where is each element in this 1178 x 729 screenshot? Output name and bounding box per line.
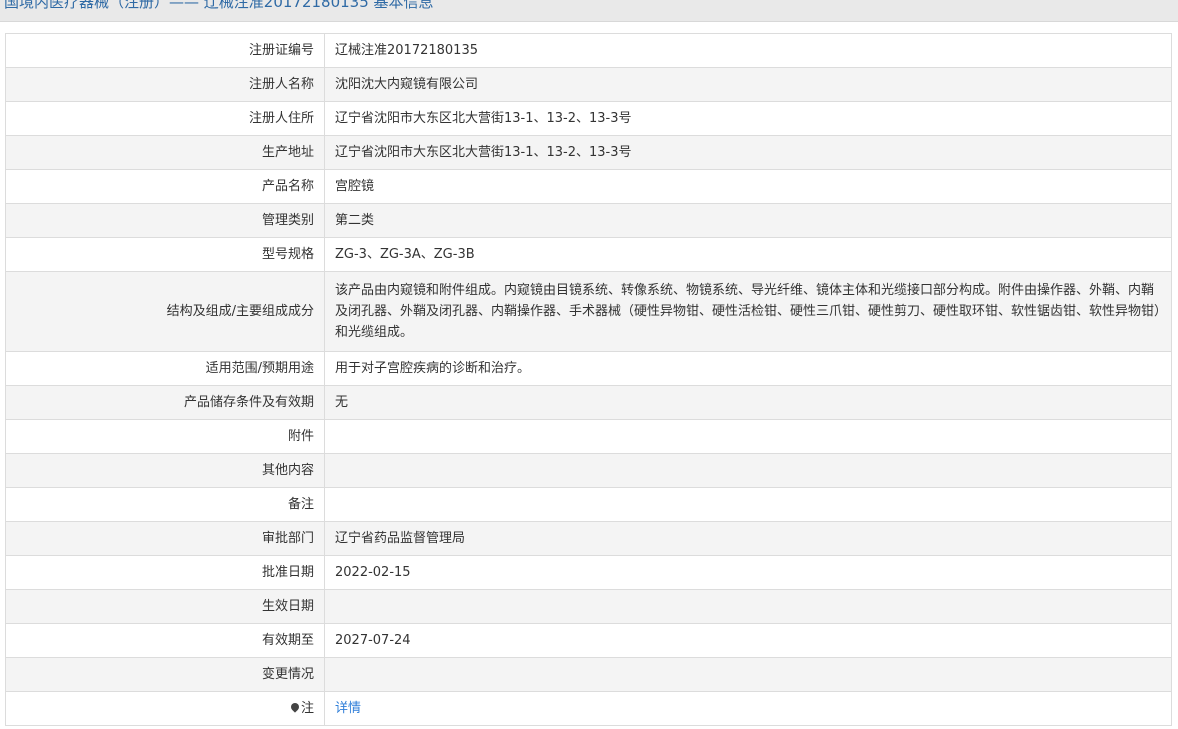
field-value [324, 487, 1172, 522]
field-label: 审批部门 [5, 521, 325, 556]
field-value: 该产品由内窥镜和附件组成。内窥镜由目镜系统、转像系统、物镜系统、导光纤维、镜体主… [324, 271, 1172, 352]
table-row-other-content: 其他内容 [5, 453, 1172, 488]
field-value: 2027-07-24 [324, 623, 1172, 658]
page-title: 国境内医疗器械（注册）—— 辽械注准20172180135 基本信息 [4, 0, 434, 11]
field-label: 生产地址 [5, 135, 325, 170]
field-value: 辽宁省药品监督管理局 [324, 521, 1172, 556]
table-row-approval-date: 批准日期 2022-02-15 [5, 555, 1172, 590]
field-label: 备注 [5, 487, 325, 522]
field-label: 附件 [5, 419, 325, 454]
field-value: ZG-3、ZG-3A、ZG-3B [324, 237, 1172, 272]
field-value: 宫腔镜 [324, 169, 1172, 204]
field-value: 辽宁省沈阳市大东区北大营街13-1、13-2、13-3号 [324, 101, 1172, 136]
table-row-registrant-name: 注册人名称 沈阳沈大内窥镜有限公司 [5, 67, 1172, 102]
field-value [324, 453, 1172, 488]
table-row-management-category: 管理类别 第二类 [5, 203, 1172, 238]
field-value [324, 589, 1172, 624]
field-value [324, 657, 1172, 692]
field-label: 产品名称 [5, 169, 325, 204]
field-value: 详情 [324, 691, 1172, 726]
field-label: 型号规格 [5, 237, 325, 272]
field-label: 变更情况 [5, 657, 325, 692]
field-value: 第二类 [324, 203, 1172, 238]
table-row-structure: 结构及组成/主要组成成分 该产品由内窥镜和附件组成。内窥镜由目镜系统、转像系统、… [5, 271, 1172, 352]
field-label: 产品储存条件及有效期 [5, 385, 325, 420]
field-label: 注册人住所 [5, 101, 325, 136]
field-value: 用于对子宫腔疾病的诊断和治疗。 [324, 351, 1172, 386]
table-row-approval-department: 审批部门 辽宁省药品监督管理局 [5, 521, 1172, 556]
note-label: 注 [300, 701, 314, 716]
table-row-effective-date: 生效日期 [5, 589, 1172, 624]
field-value: 辽械注准20172180135 [324, 33, 1172, 68]
field-label: 有效期至 [5, 623, 325, 658]
field-label: 适用范围/预期用途 [5, 351, 325, 386]
field-value: 无 [324, 385, 1172, 420]
table-row-note: 注 详情 [5, 691, 1172, 726]
table-row-intended-use: 适用范围/预期用途 用于对子宫腔疾病的诊断和治疗。 [5, 351, 1172, 386]
field-label: 注册证编号 [5, 33, 325, 68]
table-row-registrant-address: 注册人住所 辽宁省沈阳市大东区北大营街13-1、13-2、13-3号 [5, 101, 1172, 136]
table-row-product-name: 产品名称 宫腔镜 [5, 169, 1172, 204]
field-value: 辽宁省沈阳市大东区北大营街13-1、13-2、13-3号 [324, 135, 1172, 170]
page-header: 国境内医疗器械（注册）—— 辽械注准20172180135 基本信息 [0, 0, 1178, 22]
field-value [324, 419, 1172, 454]
table-row-model-spec: 型号规格 ZG-3、ZG-3A、ZG-3B [5, 237, 1172, 272]
details-link[interactable]: 详情 [335, 701, 361, 716]
table-row-attachment: 附件 [5, 419, 1172, 454]
field-value: 2022-02-15 [324, 555, 1172, 590]
field-label: 其他内容 [5, 453, 325, 488]
detail-table: 注册证编号 辽械注准20172180135 注册人名称 沈阳沈大内窥镜有限公司 … [5, 33, 1172, 726]
table-row-remarks: 备注 [5, 487, 1172, 522]
field-label: 注 [5, 691, 325, 726]
table-row-storage: 产品储存条件及有效期 无 [5, 385, 1172, 420]
table-row-change-status: 变更情况 [5, 657, 1172, 692]
table-row-production-address: 生产地址 辽宁省沈阳市大东区北大营街13-1、13-2、13-3号 [5, 135, 1172, 170]
table-row-registration-number: 注册证编号 辽械注准20172180135 [5, 33, 1172, 68]
field-value: 沈阳沈大内窥镜有限公司 [324, 67, 1172, 102]
table-row-valid-until: 有效期至 2027-07-24 [5, 623, 1172, 658]
field-label: 生效日期 [5, 589, 325, 624]
field-label: 管理类别 [5, 203, 325, 238]
pin-icon [291, 703, 299, 713]
field-label: 注册人名称 [5, 67, 325, 102]
field-label: 批准日期 [5, 555, 325, 590]
field-label: 结构及组成/主要组成成分 [5, 271, 325, 352]
